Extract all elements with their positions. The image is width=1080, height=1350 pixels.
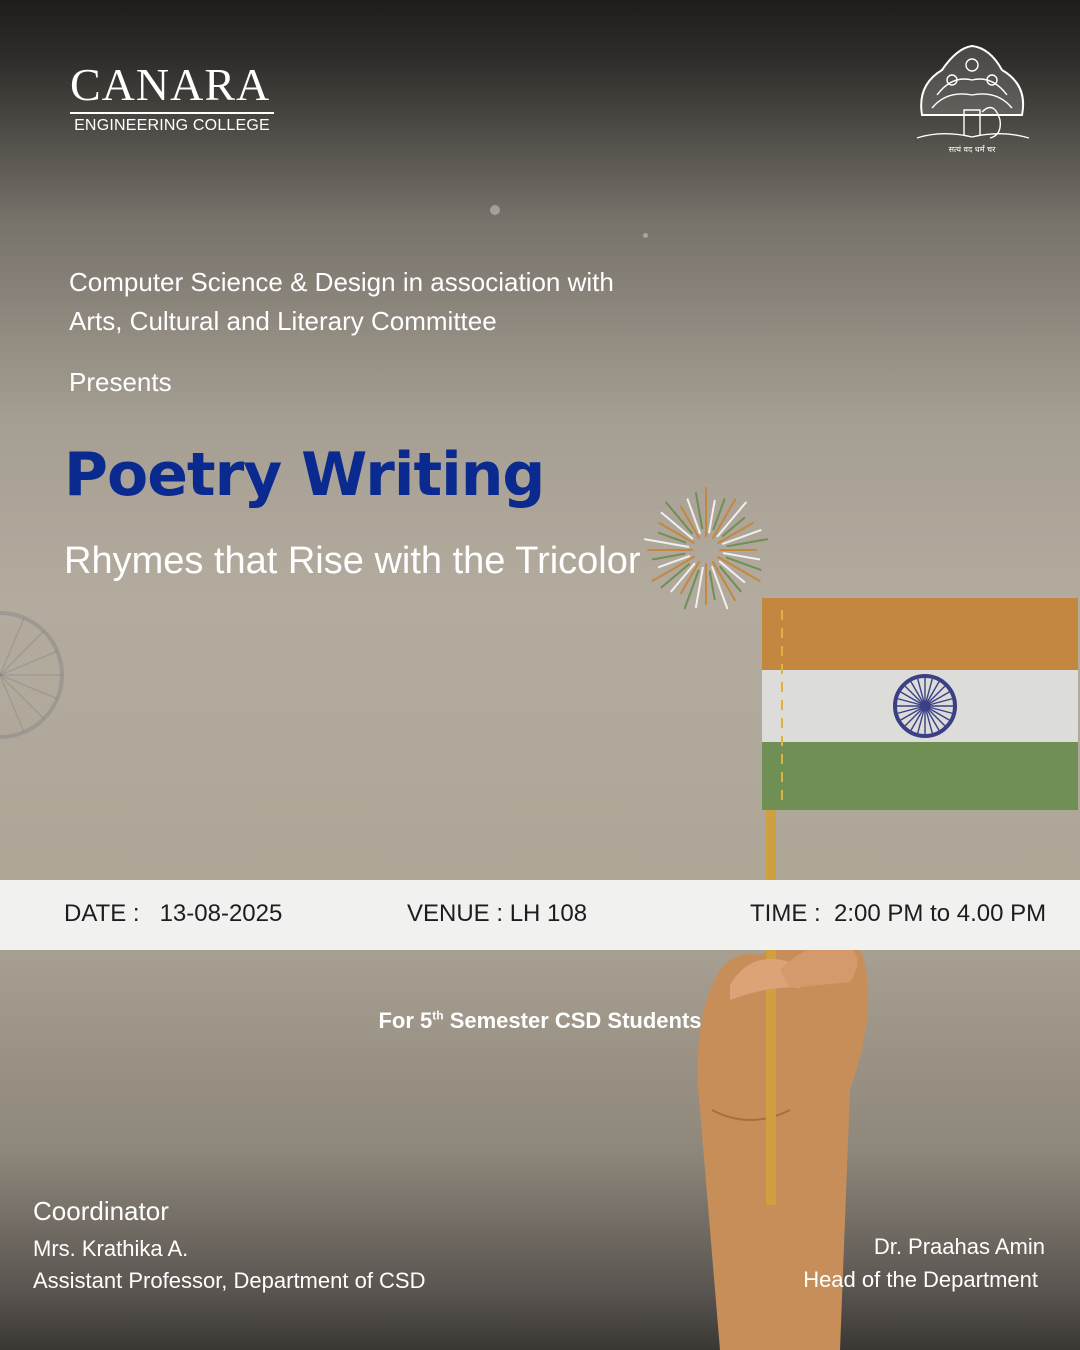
intro-line-1: Computer Science & Design in association…	[69, 267, 614, 297]
audience-line: For 5th Semester CSD Students	[0, 1008, 1080, 1034]
background-speck	[643, 233, 648, 238]
coordinator-label: Coordinator	[33, 1196, 169, 1226]
venue-info: VENUE : LH 108	[407, 900, 587, 928]
venue-label: VENUE :	[407, 900, 504, 927]
date-info: DATE : 13-08-2025	[64, 900, 282, 928]
coordinator-role: Assistant Professor, Department of CSD	[33, 1268, 426, 1293]
audience-suffix: Semester CSD Students	[443, 1008, 702, 1033]
event-poster: CANARA ENGINEERING COLLEGE सत्यं वद धर्म…	[0, 0, 1080, 1350]
indian-flag-icon	[762, 598, 1078, 810]
time-info: TIME : 2:00 PM to 4.00 PM	[750, 900, 1046, 928]
audience-prefix: For 5	[378, 1008, 433, 1033]
event-title: Poetry Writing	[64, 440, 545, 510]
college-logo-subtitle: ENGINEERING COLLEGE	[70, 112, 274, 135]
date-value: 13-08-2025	[159, 900, 283, 927]
intro-line-2: Arts, Cultural and Literary Committee	[69, 306, 497, 336]
flag-pole	[766, 805, 776, 1205]
coordinator-name: Mrs. Krathika A.	[33, 1236, 189, 1261]
time-label: TIME :	[750, 900, 821, 927]
college-emblem-icon: सत्यं वद धर्मं चर	[916, 44, 1030, 154]
college-logo-title: CANARA	[70, 59, 271, 110]
venue-value: LH 108	[509, 900, 588, 927]
background-speck	[490, 205, 500, 215]
emblem-motto: सत्यं वद धर्मं चर	[949, 144, 996, 154]
hod-name: Dr. Praahas Amin	[873, 1234, 1045, 1259]
time-value: 2:00 PM to 4.00 PM	[834, 900, 1047, 927]
event-tagline: Rhymes that Rise with the Tricolor	[64, 540, 641, 582]
audience-superscript: th	[432, 1008, 444, 1023]
date-label: DATE :	[64, 900, 140, 927]
background-chakra-icon	[0, 611, 64, 739]
presents-label: Presents	[69, 367, 172, 397]
hod-role: Head of the Department	[803, 1267, 1038, 1292]
